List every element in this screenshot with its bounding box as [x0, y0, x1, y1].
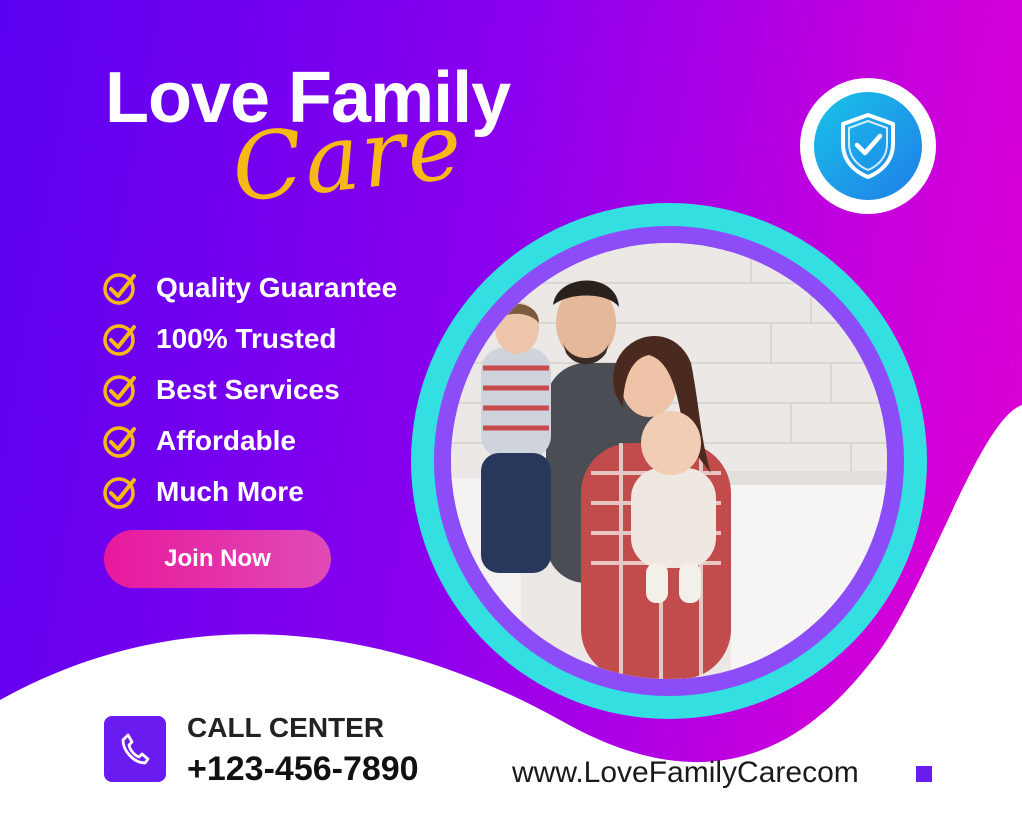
family-illustration — [451, 243, 887, 679]
feature-label: Affordable — [156, 424, 296, 456]
check-circle-icon — [103, 374, 136, 407]
trust-badge — [800, 78, 936, 214]
feature-item: Best Services — [102, 364, 397, 415]
check-circle-icon — [103, 272, 136, 305]
phone-icon — [121, 733, 150, 765]
headline-script: Care — [226, 92, 469, 223]
check-circle-icon — [103, 425, 136, 458]
decorative-square — [916, 766, 932, 782]
phone-number[interactable]: +123-456-7890 — [187, 750, 419, 789]
website-link[interactable]: www.LoveFamilyCarecom — [512, 756, 859, 790]
join-now-button[interactable]: Join Now — [104, 530, 331, 588]
feature-label: 100% Trusted — [156, 322, 337, 354]
feature-item: Affordable — [102, 415, 397, 466]
feature-label: Quality Guarantee — [156, 271, 398, 303]
feature-item: 100% Trusted — [102, 313, 397, 364]
family-photo — [451, 243, 887, 679]
feature-item: Much More — [102, 466, 397, 517]
feature-item: Quality Guarantee — [102, 262, 397, 313]
feature-list: Quality Guarantee 100% Trusted Best Serv… — [102, 262, 397, 517]
call-icon-box[interactable] — [104, 716, 166, 782]
feature-label: Much More — [156, 475, 304, 507]
check-circle-icon — [103, 323, 136, 356]
check-circle-icon — [103, 476, 136, 509]
shield-check-icon — [841, 113, 895, 179]
flyer: Love Family Care Quality Guarantee 100% … — [0, 0, 1022, 835]
call-center-label: CALL CENTER — [187, 712, 385, 743]
badge-inner — [814, 92, 922, 200]
feature-label: Best Services — [156, 373, 340, 405]
